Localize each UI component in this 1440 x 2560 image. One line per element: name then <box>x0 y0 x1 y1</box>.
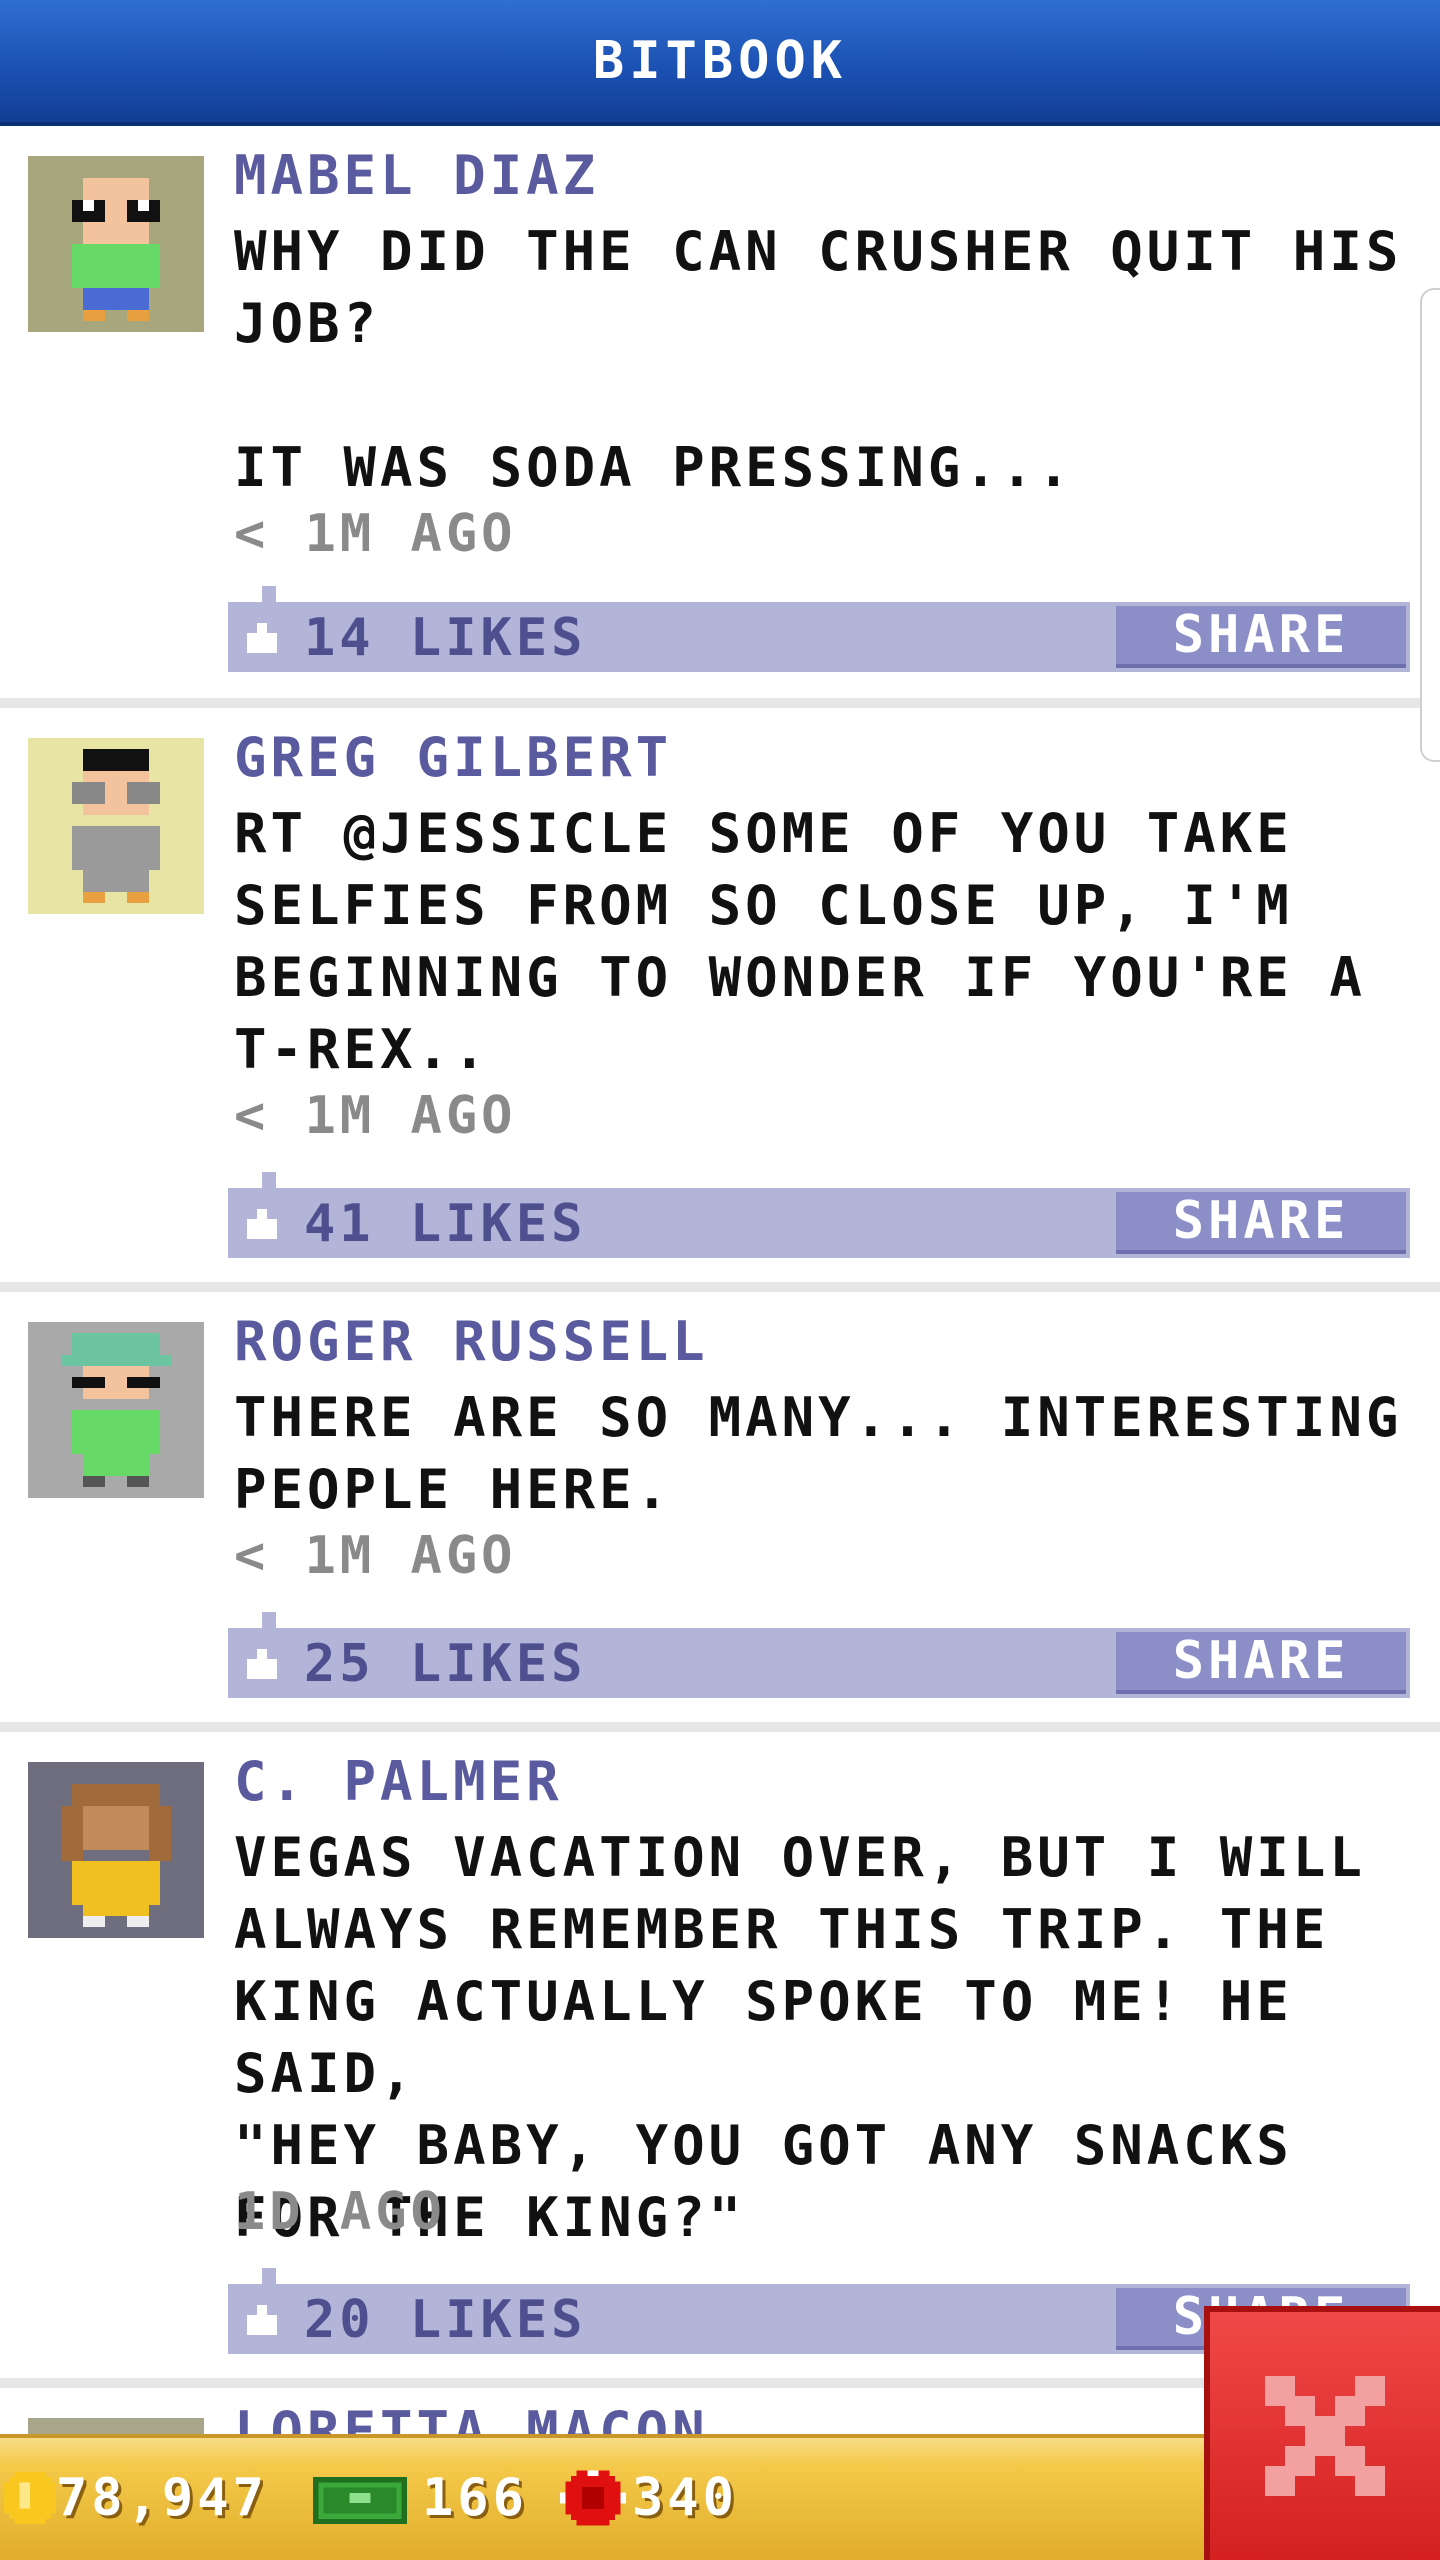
like-bar: 25 LIKES SHARE <box>228 1612 1410 1698</box>
thumbs-up-icon[interactable] <box>242 1204 282 1244</box>
post-author[interactable]: MABEL DIAZ <box>234 144 599 207</box>
close-button[interactable] <box>1204 2306 1440 2560</box>
share-button[interactable]: SHARE <box>1116 1191 1406 1254</box>
like-count: 41 LIKES <box>304 1194 587 1254</box>
coin-count: 78,947 <box>56 2468 268 2528</box>
close-icon <box>1265 2376 1385 2496</box>
avatar[interactable] <box>28 738 204 914</box>
thumbs-up-icon[interactable] <box>242 1644 282 1684</box>
token-icon <box>560 2470 626 2526</box>
scrollbar[interactable] <box>1420 288 1440 762</box>
app-header: BITBOOK <box>0 0 1440 126</box>
thumbs-up-icon[interactable] <box>242 618 282 658</box>
like-bar: 14 LIKES SHARE <box>228 586 1410 672</box>
avatar[interactable] <box>28 1762 204 1938</box>
token-stat: 340 <box>560 2468 738 2528</box>
post-time: < 1M AGO <box>234 1086 517 1146</box>
like-bar: 41 LIKES SHARE <box>228 1172 1410 1258</box>
avatar[interactable] <box>28 156 204 332</box>
post-text: RT @JESSICLE SOME OF YOU TAKE SELFIES FR… <box>234 802 1366 1081</box>
divider <box>0 1282 1440 1292</box>
like-count: 20 LIKES <box>304 2290 587 2350</box>
divider <box>0 1722 1440 1732</box>
post-author[interactable]: C. PALMER <box>234 1750 563 1813</box>
app-title: BITBOOK <box>592 31 848 91</box>
share-button[interactable]: SHARE <box>1116 1631 1406 1694</box>
divider <box>0 698 1440 708</box>
coin-stat: 78,947 <box>4 2468 268 2528</box>
thumbs-up-icon[interactable] <box>242 2300 282 2340</box>
like-count: 25 LIKES <box>304 1634 587 1694</box>
post-text: WHY DID THE CAN CRUSHER QUIT HIS JOB? IT… <box>234 220 1403 499</box>
share-button[interactable]: SHARE <box>1116 605 1406 668</box>
post-text: THERE ARE SO MANY... INTERESTING PEOPLE … <box>234 1386 1403 1521</box>
bitbook-screen: BITBOOK MABEL DIAZ WHY DID THE CAN CRUSH… <box>0 0 1440 2560</box>
coin-icon <box>4 2472 56 2524</box>
post-time: < 1M AGO <box>234 1526 517 1586</box>
post-author[interactable]: GREG GILBERT <box>234 726 672 789</box>
avatar[interactable] <box>28 1322 204 1498</box>
bux-count: 166 <box>422 2468 528 2528</box>
post-author[interactable]: ROGER RUSSELL <box>234 1310 709 1373</box>
bux-stat: 166 <box>312 2468 528 2528</box>
token-count: 340 <box>632 2468 738 2528</box>
bux-icon <box>313 2477 407 2524</box>
like-count: 14 LIKES <box>304 608 587 668</box>
post-time: < 1M AGO <box>234 504 517 564</box>
post-time: 1D AGO <box>234 2182 446 2242</box>
